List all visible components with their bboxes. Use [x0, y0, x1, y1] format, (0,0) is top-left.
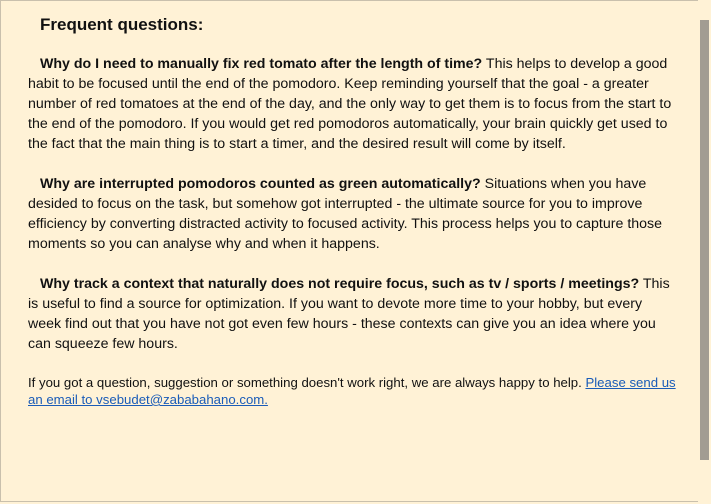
faq-question: Why do I need to manually fix red tomato…: [40, 56, 483, 72]
faq-item: Why do I need to manually fix red tomato…: [28, 54, 678, 154]
faq-item: Why are interrupted pomodoros counted as…: [28, 174, 678, 254]
contact-note: If you got a question, suggestion or som…: [28, 374, 678, 408]
faq-content: Frequent questions: Why do I need to man…: [28, 14, 678, 421]
faq-title: Frequent questions:: [40, 15, 204, 34]
vertical-scrollbar[interactable]: [698, 0, 711, 504]
scrollbar-thumb[interactable]: [700, 20, 709, 460]
faq-question: Why track a context that naturally does …: [40, 276, 640, 292]
faq-question: Why are interrupted pomodoros counted as…: [40, 176, 481, 192]
contact-text: If you got a question, suggestion or som…: [28, 375, 586, 390]
faq-item: Why track a context that naturally does …: [28, 274, 678, 354]
